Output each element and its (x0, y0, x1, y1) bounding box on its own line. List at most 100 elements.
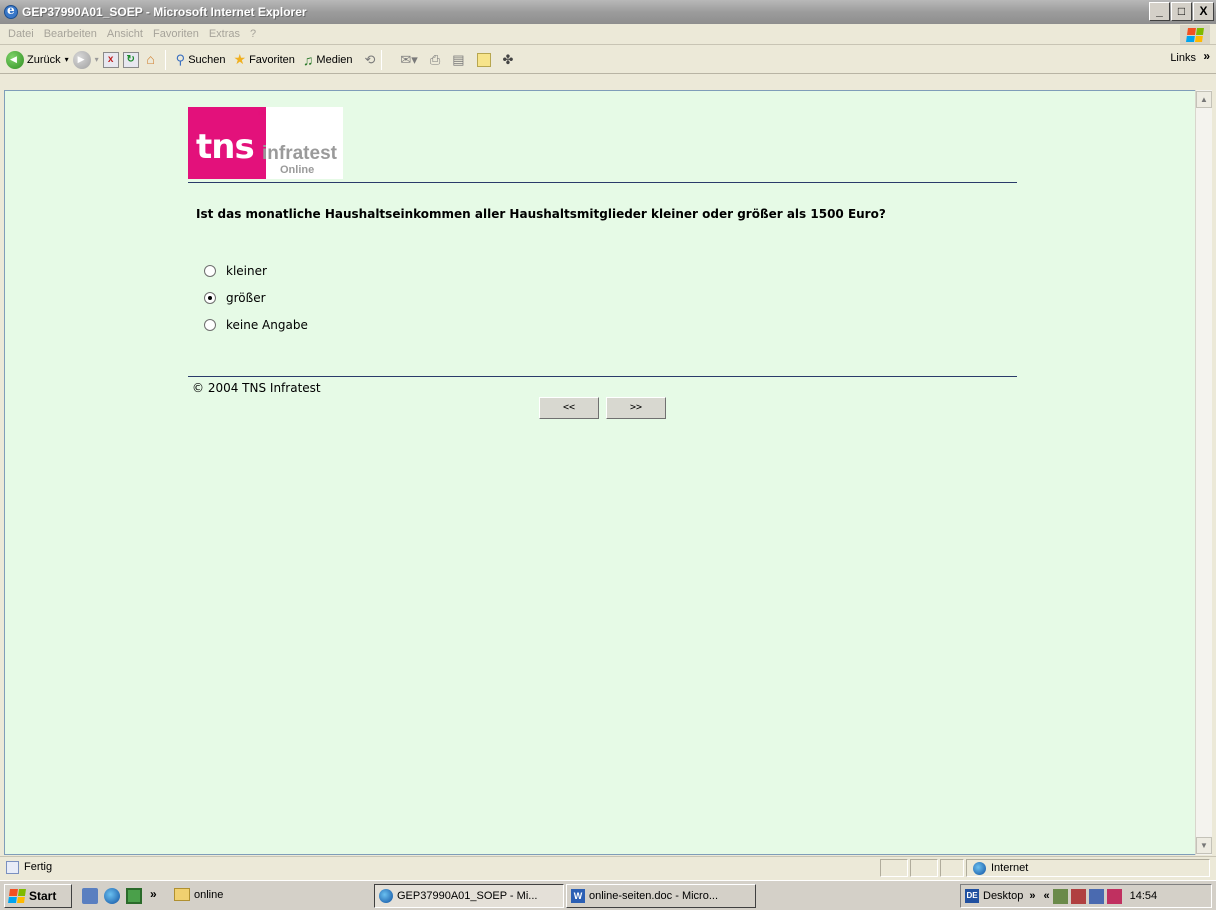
print-icon: ⎙ (429, 51, 441, 67)
footer-divider (188, 376, 1017, 377)
search-label: Suchen (188, 53, 226, 66)
note-icon (476, 52, 491, 67)
option-label: keine Angabe (226, 318, 308, 332)
menu-extras[interactable]: Extras (209, 28, 240, 40)
status-panel (880, 859, 908, 877)
radio-groesser[interactable] (204, 292, 216, 304)
search-button[interactable]: ⚲ Suchen (176, 52, 226, 68)
ie-quicklaunch-icon[interactable] (104, 888, 120, 904)
scroll-down-icon[interactable]: ▼ (1196, 837, 1212, 854)
folder-online-label[interactable]: online (194, 889, 223, 901)
security-icon[interactable] (1070, 888, 1086, 904)
forward-dropdown-icon[interactable]: ▾ (95, 55, 99, 64)
start-label: Start (29, 889, 57, 903)
toolbar: Zurück ▾ ▾ x ↻ ⌂ ⚲ Suchen ★ Favoriten ♫ … (0, 46, 1216, 74)
minimize-button[interactable]: _ (1149, 2, 1170, 21)
radio-kleiner[interactable] (204, 265, 216, 277)
ie-icon (4, 3, 18, 19)
back-page-button[interactable]: << (539, 397, 599, 419)
next-page-button[interactable]: >> (606, 397, 666, 419)
tns-infratest-logo: tns TM infratest Online (188, 107, 343, 179)
page-content: tns TM infratest Online Ist das monatlic… (4, 90, 1198, 855)
task-ie-window[interactable]: GEP37990A01_SOEP - Mi... (374, 884, 564, 908)
app-tray-icon[interactable] (1106, 888, 1122, 904)
media-label: Medien (316, 53, 353, 66)
tray-expand-icon[interactable]: « (1043, 890, 1049, 902)
toolbar-separator (381, 49, 383, 70)
title-bar[interactable]: GEP37990A01_SOEP - Microsoft Internet Ex… (0, 0, 1216, 24)
home-button[interactable]: ⌂ (143, 52, 159, 68)
clock[interactable]: 14:54 (1130, 890, 1158, 902)
radio-keine-angabe[interactable] (204, 319, 216, 331)
refresh-button[interactable]: ↻ (122, 51, 139, 68)
favorites-label: Favoriten (249, 53, 295, 66)
back-arrow-icon (6, 50, 24, 69)
folder-icon[interactable] (174, 888, 190, 901)
favorites-button[interactable]: ★ Favoriten (234, 51, 295, 68)
window-controls: _ □ X (1149, 2, 1214, 21)
mail-button[interactable]: ✉▾ (392, 52, 417, 68)
stop-icon: x (102, 51, 119, 68)
messenger-button[interactable]: ✤ (495, 52, 514, 68)
status-panel (940, 859, 964, 877)
forward-button[interactable]: ▾ (72, 50, 99, 69)
history-button[interactable]: ⟲ (357, 52, 376, 68)
home-icon: ⌂ (146, 50, 155, 67)
security-zone: Internet (966, 859, 1210, 877)
desktop-toolbar-label[interactable]: Desktop (983, 890, 1023, 902)
print-button[interactable]: ⎙ (422, 52, 440, 68)
search-icon: ⚲ (175, 51, 186, 67)
vertical-scrollbar[interactable]: ▲ ▼ (1195, 90, 1212, 855)
option-keine-angabe[interactable]: keine Angabe (204, 318, 308, 332)
toolbar-gap (0, 74, 1216, 90)
task-word-document[interactable]: W online-seiten.doc - Micro... (566, 884, 756, 908)
quicklaunch-chevron-icon[interactable]: » (150, 887, 157, 901)
menu-favoriten[interactable]: Favoriten (153, 28, 199, 40)
menu-datei[interactable]: Datei (8, 28, 34, 40)
start-button[interactable]: Start (4, 884, 72, 908)
window-title: GEP37990A01_SOEP - Microsoft Internet Ex… (22, 5, 307, 19)
refresh-icon: ↻ (122, 51, 139, 68)
menu-bearbeiten[interactable]: Bearbeiten (44, 28, 97, 40)
language-indicator[interactable]: DE (965, 889, 979, 903)
system-tray: DE Desktop » « 14:54 (960, 884, 1212, 908)
task-label: GEP37990A01_SOEP - Mi... (397, 890, 538, 902)
volume-icon[interactable] (1088, 888, 1104, 904)
desktop-chevron-icon[interactable]: » (1029, 890, 1035, 902)
globe-icon (973, 861, 986, 875)
scroll-up-icon[interactable]: ▲ (1196, 91, 1212, 108)
note-button[interactable] (469, 52, 491, 67)
stop-button[interactable]: x (102, 51, 119, 68)
option-groesser[interactable]: größer (204, 291, 266, 305)
taskbar: Start » online GEP37990A01_SOEP - Mi... … (0, 880, 1216, 910)
media-button[interactable]: ♫ Medien (303, 52, 353, 68)
zone-label: Internet (991, 862, 1029, 874)
app-quicklaunch-icon[interactable] (126, 888, 142, 904)
edit-icon: ▤ (452, 51, 465, 67)
task-label: online-seiten.doc - Micro... (589, 890, 718, 902)
status-bar: Fertig Internet (0, 856, 1216, 878)
page-done-icon (6, 861, 19, 874)
links-chevron-icon[interactable]: » (1203, 49, 1210, 63)
menu-help[interactable]: ? (250, 28, 256, 40)
menu-ansicht[interactable]: Ansicht (107, 28, 143, 40)
star-icon: ★ (233, 51, 247, 67)
word-icon: W (571, 889, 585, 903)
media-icon: ♫ (302, 51, 314, 68)
forward-arrow-icon (72, 50, 91, 69)
links-label[interactable]: Links (1170, 52, 1196, 64)
edit-button[interactable]: ▤ (444, 52, 464, 68)
close-button[interactable]: X (1193, 2, 1214, 21)
browser-window: GEP37990A01_SOEP - Microsoft Internet Ex… (0, 0, 1216, 880)
copyright-text: © 2004 TNS Infratest (192, 381, 321, 395)
option-kleiner[interactable]: kleiner (204, 264, 267, 278)
back-dropdown-icon[interactable]: ▾ (65, 55, 69, 64)
show-desktop-icon[interactable] (82, 888, 98, 904)
network-icon[interactable] (1052, 888, 1068, 904)
maximize-button[interactable]: □ (1171, 2, 1192, 21)
question-text: Ist das monatliche Haushaltseinkommen al… (196, 207, 886, 221)
status-text: Fertig (24, 861, 53, 873)
back-label: Zurück (27, 53, 61, 66)
back-button[interactable]: Zurück ▾ (4, 50, 69, 69)
windows-logo-icon (1180, 25, 1210, 44)
